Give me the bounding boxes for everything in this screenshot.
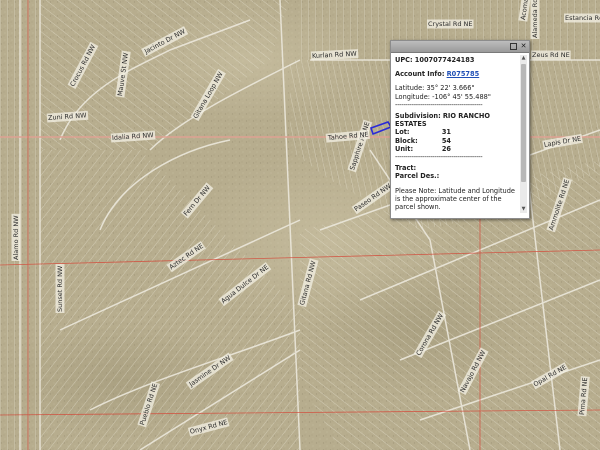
street-label-text: Sunset Rd NW — [56, 265, 64, 312]
street-label: Alameda Rd NE — [530, 0, 540, 39]
lot-row: Lot: 31 — [395, 128, 517, 136]
subdivision-label: Subdivision: — [395, 112, 441, 121]
street-label-text: Crystal Rd NE — [428, 20, 473, 28]
scrollbar-thumb[interactable] — [521, 64, 526, 182]
longitude-label: Longitude: — [395, 92, 431, 101]
subdivision-value: RIO RANCHO — [442, 112, 490, 121]
scroll-down-icon[interactable]: ▼ — [520, 206, 527, 213]
block-row: Block: 54 — [395, 137, 517, 145]
popup-content: UPC: 1007077424183 Account Info: R075785… — [395, 56, 517, 214]
latitude-value: 35° 22' 3.666" — [426, 84, 475, 93]
scroll-up-icon[interactable]: ▲ — [520, 55, 527, 62]
account-row: Account Info: R075785 — [395, 70, 517, 78]
maximize-icon[interactable] — [510, 43, 517, 50]
separator: ----------------------------------------… — [395, 153, 483, 162]
street-label: Crystal Rd NE — [427, 19, 474, 29]
parcel-info-popup[interactable]: ✕ UPC: 1007077424183 Account Info: R0757… — [390, 40, 530, 219]
popup-titlebar[interactable]: ✕ — [391, 41, 529, 53]
street-label: Alamo Rd NW — [11, 213, 21, 261]
lot-label: Lot: — [395, 128, 410, 137]
lot-value: 31 — [441, 128, 451, 137]
longitude-value: -106° 45' 55.488" — [432, 92, 491, 101]
street-label-text: Estancia Rd NE — [565, 14, 600, 22]
popup-scrollbar[interactable]: ▲ ▼ — [520, 55, 527, 213]
subdivision-row: Subdivision: RIO RANCHO — [395, 112, 517, 120]
street-label-text: Alamo Rd NW — [12, 215, 20, 260]
upc-label: UPC: — [395, 56, 413, 64]
street-label-text: Alameda Rd NE — [531, 0, 539, 38]
parcel-des-row: Parcel Des.: — [395, 172, 517, 180]
street-label: Zeus Rd NE — [531, 50, 571, 60]
parcel-des-label: Parcel Des.: — [395, 172, 440, 181]
block-label: Block: — [395, 136, 418, 145]
tract-row: Tract: — [395, 164, 517, 172]
unit-label: Unit: — [395, 144, 414, 153]
latitude-row: Latitude: 35° 22' 3.666" — [395, 84, 517, 92]
location-note: Please Note: Latitude and Longitude is t… — [395, 186, 515, 212]
subdivision-value-line-2: ESTATES — [395, 120, 427, 129]
close-icon[interactable]: ✕ — [520, 43, 527, 50]
street-label: Sunset Rd NW — [55, 264, 65, 313]
subdivision-value-2: ESTATES — [395, 120, 517, 128]
upc-row: UPC: 1007077424183 — [395, 56, 517, 64]
longitude-row: Longitude: -106° 45' 55.488" — [395, 93, 517, 101]
separator: ----------------------------------------… — [395, 100, 483, 109]
street-label-text: Zeus Rd NE — [532, 51, 570, 59]
block-value: 54 — [441, 136, 451, 145]
street-label: Estancia Rd NE — [564, 13, 600, 23]
tract-label: Tract: — [395, 164, 417, 173]
account-link[interactable]: R075785 — [447, 70, 480, 78]
upc-value: 1007077424183 — [414, 56, 475, 64]
account-label: Account Info: — [395, 70, 445, 79]
unit-row: Unit: 26 — [395, 145, 517, 153]
unit-value: 26 — [441, 144, 451, 153]
latitude-label: Latitude: — [395, 84, 425, 93]
